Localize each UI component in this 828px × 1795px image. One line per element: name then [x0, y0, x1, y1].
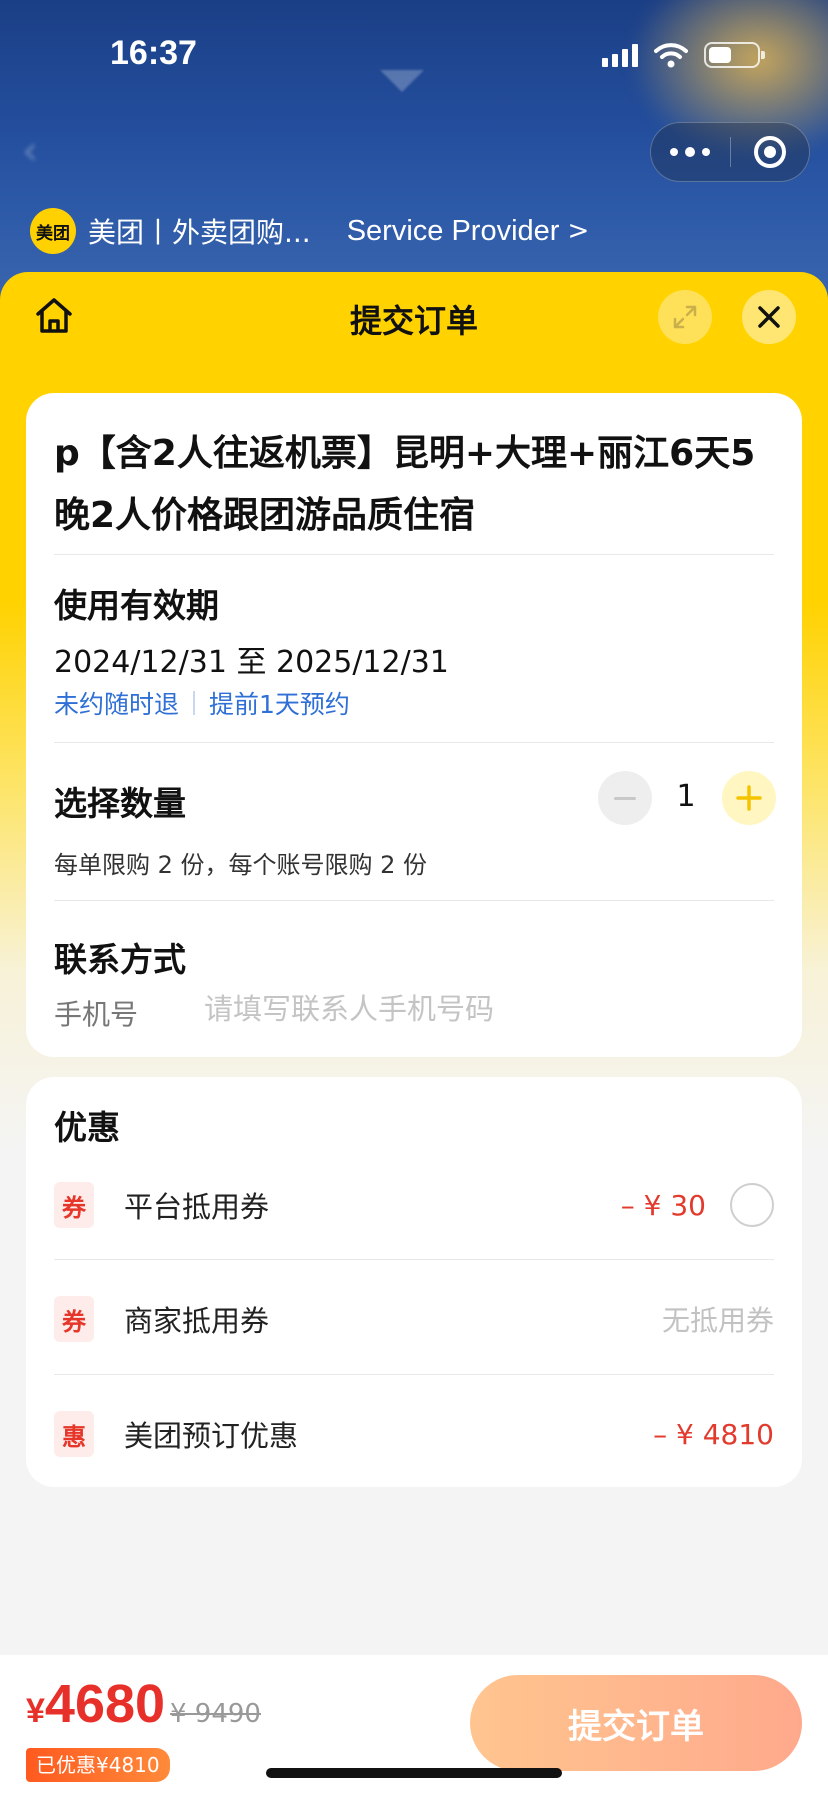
close-button[interactable] [742, 290, 796, 344]
divider [54, 554, 774, 555]
phone-label: 手机号 [54, 998, 139, 1031]
price-value: 4680 [44, 1674, 166, 1734]
quantity-increase-button[interactable] [722, 771, 776, 825]
divider [54, 1259, 774, 1260]
savings-badge: 已优惠¥4810 [26, 1748, 170, 1782]
more-options-icon[interactable] [651, 147, 730, 157]
current-price: ¥4680 [26, 1673, 165, 1735]
platform-coupon-label: 平台抵用券 [124, 1190, 270, 1224]
reservation-tag: 提前1天预约 [209, 690, 350, 719]
chevron-right-icon: > [567, 216, 590, 246]
coupon-icon: 券 [54, 1296, 94, 1342]
minus-icon [614, 796, 636, 800]
expand-icon [673, 305, 697, 329]
service-provider-link[interactable]: Service Provider [347, 215, 560, 248]
home-indicator [266, 1768, 562, 1778]
validity-label: 使用有效期 [54, 586, 219, 625]
mini-program-capsule [650, 122, 810, 182]
merchant-coupon-status: 无抵用券 [661, 1304, 774, 1337]
close-icon [758, 306, 780, 328]
expand-button[interactable] [658, 290, 712, 344]
booking-discount-row: 惠 美团预订优惠 – ¥ 4810 [54, 1404, 774, 1464]
quantity-decrease-button[interactable] [598, 771, 652, 825]
wifi-icon [654, 42, 688, 68]
divider [54, 900, 774, 901]
discount-title: 优惠 [54, 1108, 120, 1147]
contact-label: 联系方式 [54, 940, 186, 979]
validity-dates: 2024/12/31 至 2025/12/31 [54, 645, 449, 680]
target-icon [753, 136, 786, 168]
discount-icon: 惠 [54, 1411, 94, 1457]
status-time: 16:37 [110, 34, 197, 72]
policy-tags: 未约随时退 提前1天预约 [54, 685, 350, 721]
status-icons [602, 42, 765, 68]
product-card: p【含2人往返机票】昆明+大理+丽江6天5晚2人价格跟团游品质住宿 使用有效期 … [26, 393, 802, 1057]
divider [54, 1374, 774, 1375]
divider [54, 742, 774, 743]
merchant-coupon-label: 商家抵用券 [124, 1304, 270, 1338]
submit-order-button[interactable]: 提交订单 [470, 1675, 802, 1771]
platform-coupon-radio[interactable] [730, 1183, 774, 1227]
tag-separator [193, 691, 196, 715]
booking-discount-amount: – ¥ 4810 [653, 1417, 774, 1451]
provider-bar: 美团 美团丨外卖团购... Service Provider > [30, 208, 589, 254]
merchant-coupon-row[interactable]: 券 商家抵用券 无抵用券 [54, 1289, 774, 1349]
coupon-icon: 券 [54, 1182, 94, 1228]
close-mini-program-button[interactable] [731, 136, 810, 168]
meituan-logo: 美团 [30, 208, 76, 254]
quantity-value: 1 [676, 779, 696, 814]
product-title: p【含2人往返机票】昆明+大理+丽江6天5晚2人价格跟团游品质住宿 [54, 433, 756, 536]
purchase-limit-text: 每单限购 2 份，每个账号限购 2 份 [54, 851, 428, 879]
platform-coupon-amount: – ¥ 30 [620, 1188, 706, 1222]
battery-icon [704, 42, 765, 68]
status-bar: 16:37 [0, 0, 828, 110]
platform-coupon-row[interactable]: 券 平台抵用券 – ¥ 30 [54, 1175, 774, 1235]
quantity-label: 选择数量 [54, 784, 186, 823]
discount-card: 优惠 券 平台抵用券 – ¥ 30 券 商家抵用券 无抵用券 惠 美团预订优惠 … [26, 1077, 802, 1487]
phone-input[interactable] [204, 987, 764, 1031]
booking-discount-label: 美团预订优惠 [124, 1419, 299, 1453]
original-price: ¥ 9490 [170, 1699, 261, 1729]
app-name: 美团丨外卖团购... [88, 216, 311, 249]
cellular-signal-icon [602, 43, 638, 67]
plus-icon [736, 785, 762, 811]
back-arrow-icon: ‹ [22, 128, 38, 174]
refund-tag: 未约随时退 [54, 690, 180, 719]
sheet-header: 提交订单 [0, 272, 828, 362]
currency-symbol: ¥ [26, 1692, 45, 1730]
